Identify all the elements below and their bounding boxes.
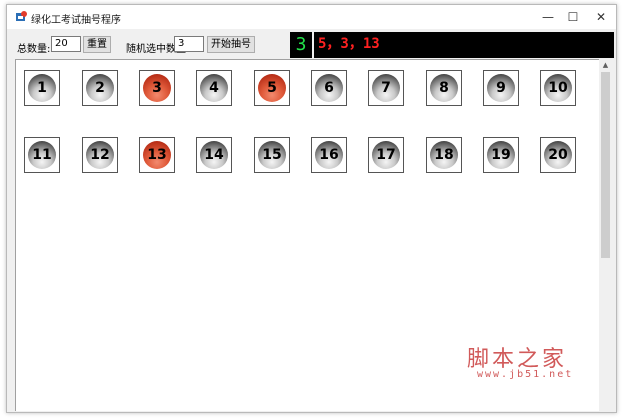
ball: 8	[430, 74, 458, 102]
minimize-button[interactable]: —	[534, 8, 562, 26]
ball-tile[interactable]: 19	[483, 137, 519, 173]
ball: 16	[315, 141, 343, 169]
ball: 11	[28, 141, 56, 169]
ball-tile[interactable]: 4	[196, 70, 232, 106]
close-button[interactable]: ✕	[587, 8, 615, 26]
ball-tile[interactable]: 11	[24, 137, 60, 173]
ball-tile[interactable]: 12	[82, 137, 118, 173]
ball-tile[interactable]: 13	[139, 137, 175, 173]
random-count-input[interactable]: 3	[174, 36, 204, 52]
ball: 6	[315, 74, 343, 102]
ball-tile[interactable]: 8	[426, 70, 462, 106]
ball: 20	[544, 141, 572, 169]
ball: 12	[86, 141, 114, 169]
maximize-button[interactable]: ☐	[559, 8, 587, 26]
ball-tile[interactable]: 10	[540, 70, 576, 106]
scroll-thumb[interactable]	[601, 72, 610, 258]
ball-tile[interactable]: 15	[254, 137, 290, 173]
ball: 7	[372, 74, 400, 102]
ball-tile[interactable]: 14	[196, 137, 232, 173]
ball-tile[interactable]: 9	[483, 70, 519, 106]
ball-tile[interactable]: 5	[254, 70, 290, 106]
ball: 18	[430, 141, 458, 169]
current-number-display: 3	[290, 32, 312, 58]
start-draw-button[interactable]: 开始抽号	[207, 36, 255, 53]
toolbar: 总数量: 20 重置 随机选中数量: 3 开始抽号 3 5，3，13	[7, 29, 616, 59]
result-display: 5，3，13	[314, 32, 614, 58]
ball: 1	[28, 74, 56, 102]
ball: 19	[487, 141, 515, 169]
vertical-scrollbar[interactable]: ▲	[599, 59, 612, 411]
ball-tile[interactable]: 16	[311, 137, 347, 173]
ball-tile[interactable]: 7	[368, 70, 404, 106]
scroll-up-icon[interactable]: ▲	[599, 59, 612, 71]
ball-tile[interactable]: 2	[82, 70, 118, 106]
ball-tile[interactable]: 1	[24, 70, 60, 106]
ball-tile[interactable]: 17	[368, 137, 404, 173]
ball-selected: 5	[258, 74, 286, 102]
ball-selected: 13	[143, 141, 171, 169]
ball: 4	[200, 74, 228, 102]
ball: 10	[544, 74, 572, 102]
ball: 17	[372, 141, 400, 169]
ball-tile[interactable]: 3	[139, 70, 175, 106]
ball: 2	[86, 74, 114, 102]
reset-button[interactable]: 重置	[83, 36, 111, 53]
ball: 14	[200, 141, 228, 169]
total-count-input[interactable]: 20	[51, 36, 81, 52]
title-bar: 绿化工考试抽号程序 — ☐ ✕	[7, 5, 616, 29]
app-window: 绿化工考试抽号程序 — ☐ ✕ 总数量: 20 重置 随机选中数量: 3 开始抽…	[6, 4, 617, 413]
ball-tile[interactable]: 6	[311, 70, 347, 106]
ball-selected: 3	[143, 74, 171, 102]
window-title: 绿化工考试抽号程序	[31, 15, 121, 26]
ball: 15	[258, 141, 286, 169]
ball-tile[interactable]: 18	[426, 137, 462, 173]
total-count-label: 总数量:	[17, 44, 51, 55]
ball: 9	[487, 74, 515, 102]
ball-tile[interactable]: 20	[540, 137, 576, 173]
app-icon	[16, 11, 27, 21]
watermark-url: www.jb51.net	[477, 369, 574, 380]
